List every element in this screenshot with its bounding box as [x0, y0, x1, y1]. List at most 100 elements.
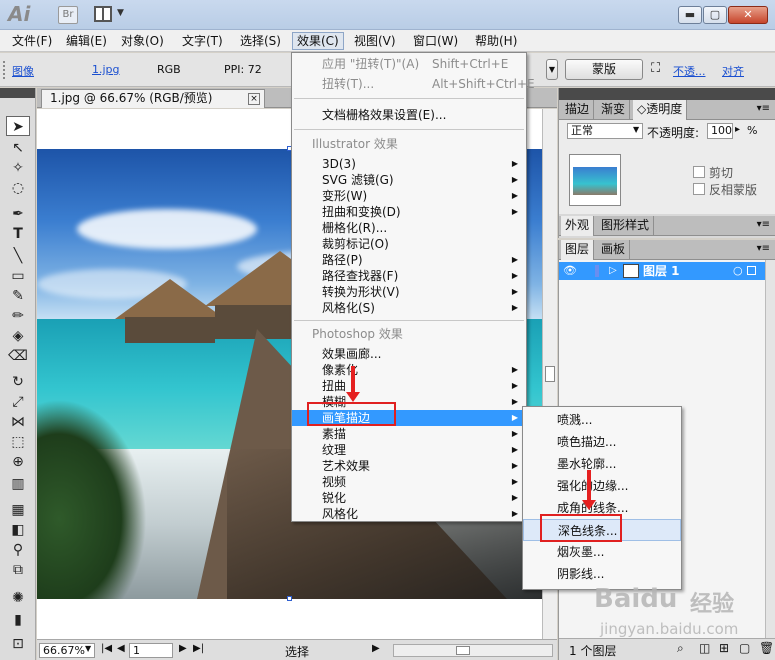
graph-tool-icon[interactable]: ▥: [6, 474, 30, 494]
next-page-icon[interactable]: ▶: [179, 643, 187, 654]
clip-checkbox[interactable]: [693, 166, 705, 178]
panel-dock-header[interactable]: [558, 88, 775, 100]
menu-item-7[interactable]: 窗口(W): [409, 32, 462, 50]
layer-row[interactable]: 👁 ▷ 图层 1 ○: [559, 262, 766, 280]
pencil-tool-icon[interactable]: ✏: [6, 306, 30, 326]
effect-menu-item[interactable]: 扭曲 ▶: [292, 378, 526, 394]
effect-menu-item[interactable]: 效果画廊...: [292, 346, 526, 362]
chevron-down-icon[interactable]: ▼: [633, 125, 639, 134]
last-page-icon[interactable]: ▶|: [193, 643, 204, 654]
blend-tool-icon[interactable]: ⧉: [6, 560, 30, 580]
selection-tool-icon[interactable]: ➤: [6, 116, 30, 136]
arrange-documents-icon[interactable]: [94, 6, 112, 22]
tab-gradient[interactable]: 渐变: [597, 100, 631, 120]
panel-menu-icon[interactable]: ▾≡: [757, 219, 770, 230]
layer-name[interactable]: 图层 1: [643, 262, 680, 280]
menu-item-3[interactable]: 文字(T): [178, 32, 227, 50]
selection-indicator-icon[interactable]: [747, 266, 756, 275]
bridge-button[interactable]: Br: [58, 6, 78, 24]
artboard-tool-icon[interactable]: ⊡: [6, 634, 30, 654]
effect-menu-item[interactable]: 视频 ▶: [292, 474, 526, 490]
lasso-tool-icon[interactable]: ◌: [6, 178, 30, 198]
mesh-tool-icon[interactable]: ▦: [6, 500, 30, 520]
scale-tool-icon[interactable]: ⤢: [6, 392, 30, 412]
blend-mode-select[interactable]: 正常: [567, 123, 643, 139]
effect-menu-item[interactable]: 风格化 ▶: [292, 506, 526, 522]
tab-graphic-styles[interactable]: 图形样式: [597, 216, 655, 236]
opacity-link[interactable]: 不透...: [673, 63, 706, 79]
filename-link[interactable]: 1.jpg: [92, 63, 120, 76]
menu-item-8[interactable]: 帮助(H): [471, 32, 521, 50]
horizontal-scrollbar[interactable]: [393, 644, 553, 657]
free-transform-tool-icon[interactable]: ⬚: [6, 432, 30, 452]
brush-strokes-item[interactable]: 强化的边缘...: [523, 475, 681, 497]
new-layer-icon[interactable]: ▢: [739, 641, 750, 655]
effect-menu-item[interactable]: 转换为形状(V) ▶: [292, 284, 526, 300]
scrollbar-thumb[interactable]: [456, 646, 470, 655]
prev-page-icon[interactable]: ◀: [117, 643, 125, 654]
close-button[interactable]: ✕: [728, 6, 768, 24]
effect-menu-item[interactable]: 锐化 ▶: [292, 490, 526, 506]
effect-menu-item[interactable]: 纹理 ▶: [292, 442, 526, 458]
menu-item-6[interactable]: 视图(V): [350, 32, 400, 50]
tab-transparency[interactable]: ◇透明度: [633, 100, 688, 120]
effect-menu-item[interactable]: 扭转(T)... Alt+Shift+Ctrl+E: [292, 76, 535, 92]
locate-object-icon[interactable]: ⌕: [677, 641, 684, 656]
brush-strokes-item[interactable]: 烟灰墨...: [523, 541, 681, 563]
panel-menu-icon[interactable]: ▾≡: [757, 103, 770, 114]
target-icon[interactable]: ○: [733, 262, 743, 280]
effect-menu-item[interactable]: 艺术效果 ▶: [292, 458, 526, 474]
effect-menu-item[interactable]: 裁剪标记(O): [292, 236, 526, 252]
first-page-icon[interactable]: |◀: [101, 643, 112, 654]
chevron-right-icon[interactable]: ▸: [735, 124, 740, 135]
pen-tool-icon[interactable]: ✒: [6, 204, 30, 224]
align-link[interactable]: 对齐: [722, 63, 744, 79]
rectangle-tool-icon[interactable]: ▭: [6, 266, 30, 286]
eye-icon[interactable]: 👁: [563, 262, 577, 280]
brush-strokes-item[interactable]: 墨水轮廓...: [523, 453, 681, 475]
eyedropper-tool-icon[interactable]: ⚲: [6, 540, 30, 560]
menu-item-4[interactable]: 选择(S): [236, 32, 285, 50]
line-tool-icon[interactable]: ╲: [6, 246, 30, 266]
expand-arrow-icon[interactable]: ▷: [609, 262, 617, 280]
menu-item-5[interactable]: 效果(C): [292, 32, 344, 50]
effect-menu-item[interactable]: 路径查找器(F) ▶: [292, 268, 526, 284]
magic-wand-tool-icon[interactable]: ✧: [6, 158, 30, 178]
opacity-input[interactable]: 100: [707, 123, 733, 139]
menu-item-1[interactable]: 编辑(E): [62, 32, 111, 50]
effect-menu-item[interactable]: 素描 ▶: [292, 426, 526, 442]
grip-handle[interactable]: [3, 61, 7, 79]
chevron-down-icon[interactable]: ▼: [85, 644, 91, 653]
tools-panel-header[interactable]: [0, 88, 35, 98]
effect-menu-item[interactable]: 风格化(S) ▶: [292, 300, 526, 316]
type-tool-icon[interactable]: T: [6, 224, 30, 244]
tab-artboards[interactable]: 画板: [597, 240, 631, 260]
symbol-sprayer-tool-icon[interactable]: ✺: [6, 588, 30, 608]
effect-menu-item[interactable]: 扭曲和变换(D) ▶: [292, 204, 526, 220]
make-clipping-mask-icon[interactable]: ◫: [699, 641, 710, 655]
menu-item-2[interactable]: 对象(O): [117, 32, 168, 50]
effect-menu-item[interactable]: 路径(P) ▶: [292, 252, 526, 268]
column-graph-tool-icon[interactable]: ▮: [6, 610, 30, 630]
brush-strokes-item[interactable]: 喷色描边...: [523, 431, 681, 453]
effect-menu-item[interactable]: 3D(3) ▶: [292, 156, 526, 172]
new-sublayer-icon[interactable]: ⊞: [719, 641, 729, 655]
trash-icon[interactable]: 🗑: [759, 641, 774, 655]
effect-menu-item[interactable]: SVG 滤镜(G) ▶: [292, 172, 526, 188]
chevron-down-icon[interactable]: ▼: [546, 59, 558, 80]
document-tab[interactable]: 1.jpg @ 66.67% (RGB/预览) ×: [41, 89, 265, 108]
effect-menu-item[interactable]: 应用 "扭转(T)"(A) Shift+Ctrl+E: [292, 56, 526, 72]
tab-stroke[interactable]: 描边: [561, 100, 595, 120]
panel-menu-icon[interactable]: ▾≡: [757, 243, 770, 254]
status-menu-icon[interactable]: ▶: [372, 643, 380, 654]
effect-menu-item[interactable]: 变形(W) ▶: [292, 188, 526, 204]
shape-builder-tool-icon[interactable]: ⊕: [6, 452, 30, 472]
menu-item-0[interactable]: 文件(F): [8, 32, 56, 50]
tab-appearance[interactable]: 外观: [561, 216, 595, 236]
gradient-tool-icon[interactable]: ◧: [6, 520, 30, 540]
chevron-down-icon[interactable]: ▼: [117, 8, 124, 18]
scrollbar-thumb[interactable]: [545, 366, 555, 382]
effect-menu-item[interactable]: 栅格化(R)...: [292, 220, 526, 236]
effect-menu-item[interactable]: 像素化 ▶: [292, 362, 526, 378]
effect-menu-item[interactable]: 文档栅格效果设置(E)...: [292, 107, 526, 123]
